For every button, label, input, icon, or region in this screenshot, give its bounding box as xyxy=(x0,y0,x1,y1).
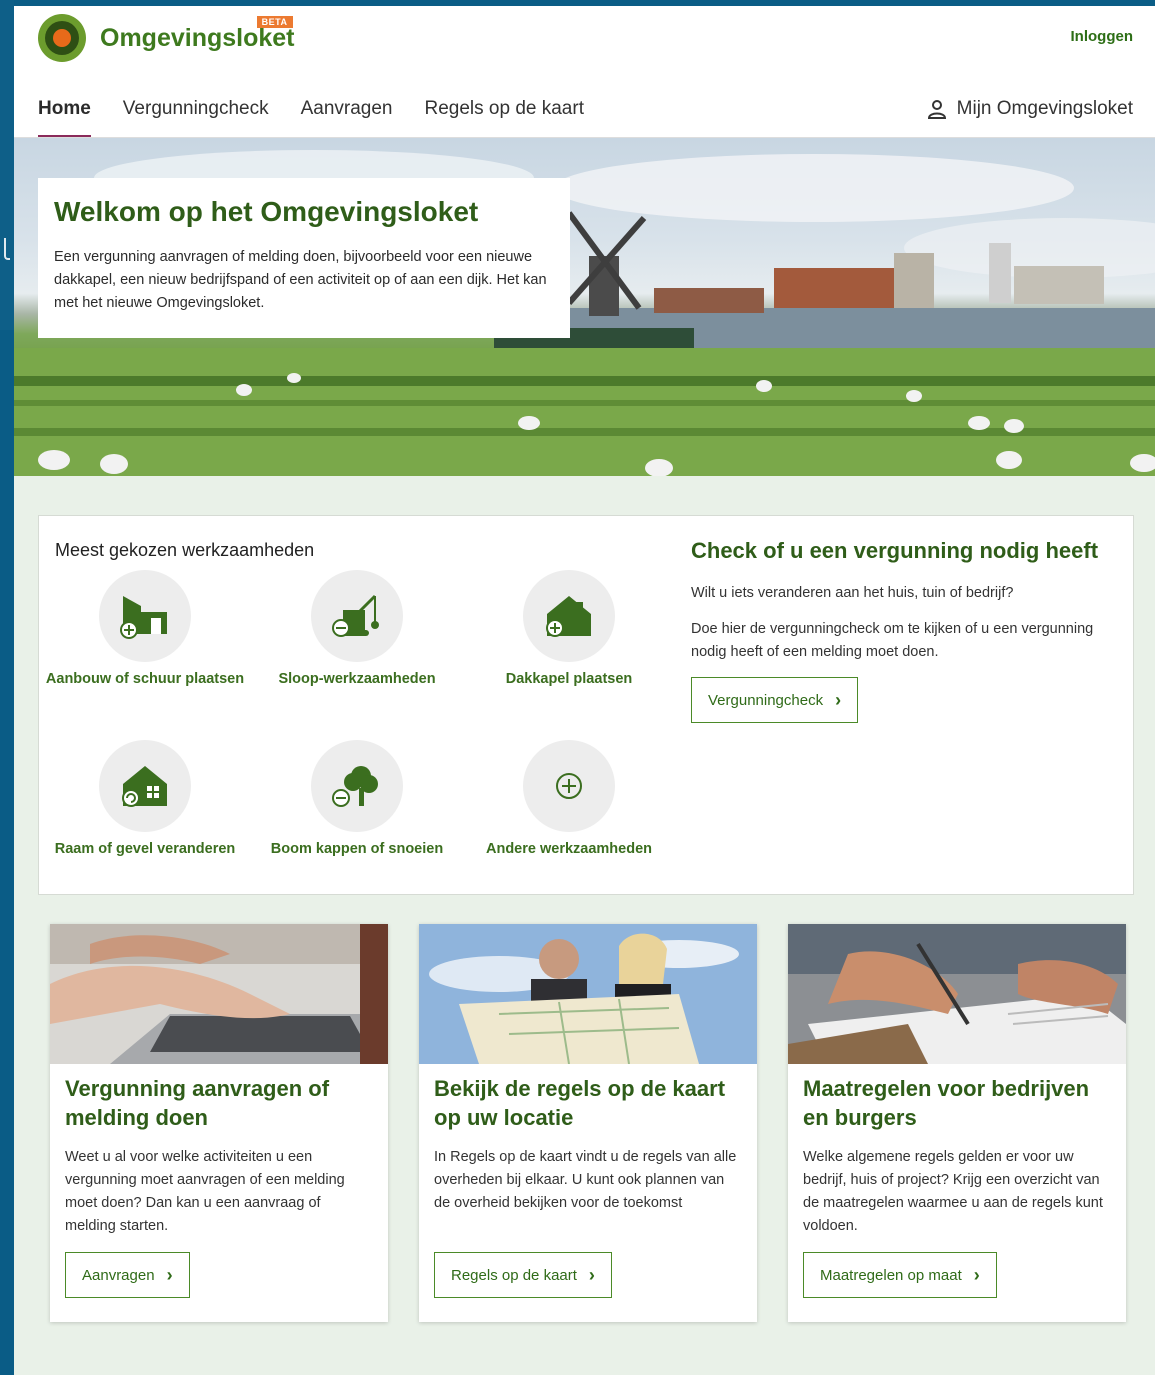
plus-circle-icon xyxy=(523,740,615,832)
activity-label: Andere werkzaamheden xyxy=(485,841,652,857)
card-title: Maatregelen voor bedrijven en burgers xyxy=(803,1076,1090,1130)
welcome-text: Een vergunning aanvragen of melding doen… xyxy=(54,249,547,311)
activity-raam-gevel[interactable]: Raam of gevel veranderen xyxy=(40,740,250,858)
activity-label: Sloop-werkzaamheden xyxy=(278,671,436,687)
card-title: Vergunning aanvragen of melding doen xyxy=(65,1076,330,1130)
activity-label: Aanbouw of schuur plaatsen xyxy=(45,671,245,687)
tree-cut-icon xyxy=(311,740,403,832)
page-title: Welkom op het Omgevingsloket xyxy=(54,196,479,227)
chevron-right-icon: › xyxy=(835,689,842,710)
window-facade-icon xyxy=(99,740,191,832)
regels-op-de-kaart-button[interactable]: Regels op de kaart › xyxy=(434,1252,612,1298)
permit-check-text-2: Doe hier de vergunningcheck om te kijken… xyxy=(691,621,1094,660)
nav-item-regels-op-de-kaart[interactable]: Regels op de kaart xyxy=(424,98,584,130)
extension-shed-icon xyxy=(99,570,191,662)
permit-check-text-1: Wilt u iets veranderen aan het huis, tui… xyxy=(691,585,1014,601)
nav-item-home[interactable]: Home xyxy=(38,98,91,138)
activity-label: Dakkapel plaatsen xyxy=(505,671,633,687)
activity-label: Boom kappen of snoeien xyxy=(270,841,444,857)
activity-andere[interactable]: Andere werkzaamheden xyxy=(464,740,674,858)
vergunningcheck-button[interactable]: Vergunningcheck › xyxy=(691,677,859,723)
popular-activities-panel: Meest gekozen werkzaamheden Aanbouw of s… xyxy=(38,515,1134,895)
site-logo[interactable]: Omgevingsloket BETA xyxy=(38,14,295,62)
card-regels-kaart: Bekijk de regels op de kaart op uw locat… xyxy=(419,924,757,1322)
welcome-panel: Welkom op het Omgevingsloket Een vergunn… xyxy=(38,178,570,338)
logo-mark-icon xyxy=(38,14,86,62)
activity-aanbouw[interactable]: Aanbouw of schuur plaatsen xyxy=(40,570,250,688)
logo-text: Omgevingsloket BETA xyxy=(100,15,295,53)
chevron-right-icon: › xyxy=(588,1264,595,1285)
window-frame-edge xyxy=(0,0,14,1375)
card-title: Bekijk de regels op de kaart op uw locat… xyxy=(434,1076,726,1130)
card-text: Weet u al voor welke activiteiten u een … xyxy=(65,1149,345,1234)
demolition-crane-icon xyxy=(311,570,403,662)
card-text: Welke algemene regels gelden er voor uw … xyxy=(803,1149,1103,1234)
chevron-right-icon: › xyxy=(973,1264,980,1285)
chevron-right-icon: › xyxy=(166,1264,173,1285)
button-label: Aanvragen xyxy=(82,1266,155,1284)
card-text: In Regels op de kaart vindt u de regels … xyxy=(434,1149,737,1211)
aanvragen-button[interactable]: Aanvragen › xyxy=(65,1252,190,1298)
site-header: Omgevingsloket BETA Inloggen Home Vergun… xyxy=(14,6,1155,138)
popular-activities-title: Meest gekozen werkzaamheden xyxy=(55,540,315,560)
login-link[interactable]: Inloggen xyxy=(1071,28,1134,45)
maatregelen-op-maat-button[interactable]: Maatregelen op maat › xyxy=(803,1252,997,1298)
card-image-writing xyxy=(788,924,1126,1064)
logo-wordmark: Omgevingsloket xyxy=(100,23,295,52)
card-image-laptop xyxy=(50,924,388,1064)
permit-check-title: Check of u een vergunning nodig heeft xyxy=(691,538,1099,563)
user-icon xyxy=(927,100,946,119)
button-label: Vergunningcheck xyxy=(708,691,824,709)
page: Omgevingsloket BETA Inloggen Home Vergun… xyxy=(14,6,1155,1375)
button-label: Regels op de kaart xyxy=(451,1266,577,1284)
card-image-map-people xyxy=(419,924,757,1064)
account-link[interactable]: Mijn Omgevingsloket xyxy=(927,98,1133,120)
activity-sloop[interactable]: Sloop-werkzaamheden xyxy=(252,570,462,688)
account-label: Mijn Omgevingsloket xyxy=(956,98,1133,119)
activity-dakkapel[interactable]: Dakkapel plaatsen xyxy=(464,570,674,688)
main-nav: Home Vergunningcheck Aanvragen Regels op… xyxy=(38,98,616,138)
dormer-house-icon xyxy=(523,570,615,662)
nav-item-aanvragen[interactable]: Aanvragen xyxy=(301,98,393,130)
card-aanvragen: Vergunning aanvragen of melding doen Wee… xyxy=(50,924,388,1322)
permit-check-section: Check of u een vergunning nodig heeft Wi… xyxy=(691,538,1111,723)
nav-item-vergunningcheck[interactable]: Vergunningcheck xyxy=(123,98,269,130)
frame-edge-strip xyxy=(0,330,14,1375)
frame-edge-glyph xyxy=(4,238,10,260)
activity-boom[interactable]: Boom kappen of snoeien xyxy=(252,740,462,858)
activity-label: Raam of gevel veranderen xyxy=(54,841,236,857)
hero-banner: Welkom op het Omgevingsloket Een vergunn… xyxy=(14,138,1155,476)
button-label: Maatregelen op maat xyxy=(820,1266,962,1284)
beta-badge: BETA xyxy=(256,15,293,28)
card-maatregelen: Maatregelen voor bedrijven en burgers We… xyxy=(788,924,1126,1322)
